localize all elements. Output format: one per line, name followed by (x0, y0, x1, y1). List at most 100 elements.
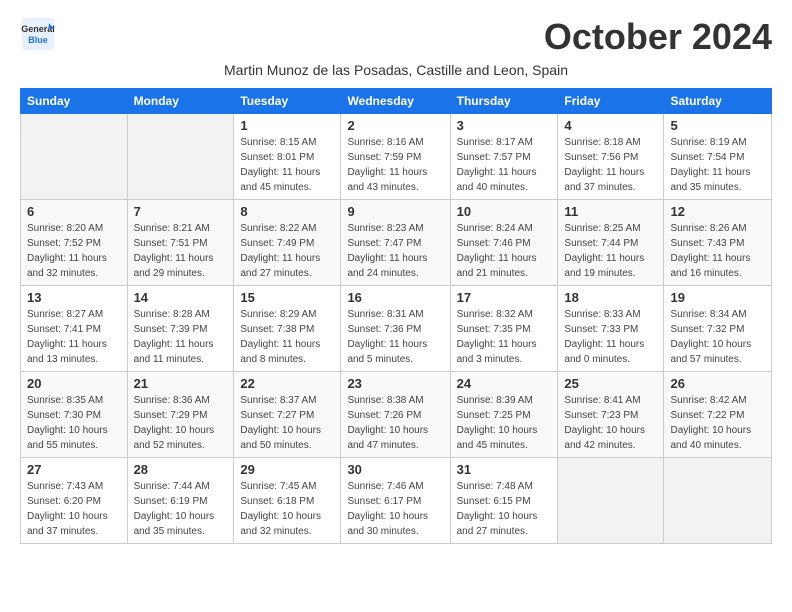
day-cell (664, 458, 772, 544)
day-cell: 14Sunrise: 8:28 AM Sunset: 7:39 PM Dayli… (127, 286, 234, 372)
page: General Blue October 2024 Martin Munoz d… (0, 0, 792, 560)
day-cell: 11 Sunrise: 8:25 AM Sunset: 7:44 PM Dayli… (558, 200, 664, 286)
col-monday: Monday (127, 89, 234, 114)
day-cell: 27Sunrise: 7:43 AM Sunset: 6:20 PM Dayli… (21, 458, 128, 544)
day-cell: 17Sunrise: 8:32 AM Sunset: 7:35 PM Dayli… (450, 286, 558, 372)
day-info: Sunrise: 8:25 AM Sunset: 7:44 PM Dayligh… (564, 221, 657, 281)
col-sunday: Sunday (21, 89, 128, 114)
day-cell: 6 Sunrise: 8:20 AM Sunset: 7:52 PM Daylig… (21, 200, 128, 286)
logo: General Blue (20, 16, 56, 52)
day-cell (558, 458, 664, 544)
day-info: Sunrise: 8:26 AM Sunset: 7:43 PM Dayligh… (670, 221, 765, 281)
logo-icon: General Blue (20, 16, 56, 52)
day-info: Sunrise: 8:20 AM Sunset: 7:52 PM Dayligh… (27, 221, 121, 281)
day-info: Sunrise: 7:48 AM Sunset: 6:15 PM Dayligh… (457, 479, 552, 539)
day-number: 26 (670, 376, 765, 391)
day-cell: 25 Sunrise: 8:41 AM Sunset: 7:23 PM Dayli… (558, 372, 664, 458)
day-info: Sunrise: 8:37 AM Sunset: 7:27 PM Dayligh… (240, 393, 334, 453)
day-number: 10 (457, 204, 552, 219)
day-cell (127, 114, 234, 200)
day-number: 29 (240, 462, 334, 477)
week-row-3: 13 Sunrise: 8:27 AM Sunset: 7:41 PM Dayli… (21, 286, 772, 372)
day-info: Sunrise: 8:22 AM Sunset: 7:49 PM Dayligh… (240, 221, 334, 281)
day-number: 22 (240, 376, 334, 391)
week-row-4: 20Sunrise: 8:35 AM Sunset: 7:30 PM Dayli… (21, 372, 772, 458)
day-info: Sunrise: 7:44 AM Sunset: 6:19 PM Dayligh… (134, 479, 228, 539)
day-info: Sunrise: 8:38 AM Sunset: 7:26 PM Dayligh… (347, 393, 443, 453)
day-number: 25 (564, 376, 657, 391)
day-info: Sunrise: 8:42 AM Sunset: 7:22 PM Dayligh… (670, 393, 765, 453)
day-number: 8 (240, 204, 334, 219)
day-number: 24 (457, 376, 552, 391)
day-info: Sunrise: 7:46 AM Sunset: 6:17 PM Dayligh… (347, 479, 443, 539)
day-number: 11 (564, 204, 657, 219)
day-info: Sunrise: 8:21 AM Sunset: 7:51 PM Dayligh… (134, 221, 228, 281)
day-number: 20 (27, 376, 121, 391)
day-info: Sunrise: 8:29 AM Sunset: 7:38 PM Dayligh… (240, 307, 334, 367)
day-cell: 18 Sunrise: 8:33 AM Sunset: 7:33 PM Dayli… (558, 286, 664, 372)
day-cell: 20Sunrise: 8:35 AM Sunset: 7:30 PM Dayli… (21, 372, 128, 458)
day-number: 18 (564, 290, 657, 305)
day-number: 31 (457, 462, 552, 477)
col-wednesday: Wednesday (341, 89, 450, 114)
day-number: 14 (134, 290, 228, 305)
col-saturday: Saturday (664, 89, 772, 114)
day-number: 12 (670, 204, 765, 219)
day-info: Sunrise: 8:36 AM Sunset: 7:29 PM Dayligh… (134, 393, 228, 453)
day-cell: 16 Sunrise: 8:31 AM Sunset: 7:36 PM Dayli… (341, 286, 450, 372)
day-cell: 26 Sunrise: 8:42 AM Sunset: 7:22 PM Dayli… (664, 372, 772, 458)
day-cell: 2 Sunrise: 8:16 AM Sunset: 7:59 PM Daylig… (341, 114, 450, 200)
calendar-table: Sunday Monday Tuesday Wednesday Thursday… (20, 88, 772, 544)
week-row-1: 1 Sunrise: 8:15 AM Sunset: 8:01 PM Daylig… (21, 114, 772, 200)
day-cell: 22 Sunrise: 8:37 AM Sunset: 7:27 PM Dayli… (234, 372, 341, 458)
day-cell: 15 Sunrise: 8:29 AM Sunset: 7:38 PM Dayli… (234, 286, 341, 372)
day-info: Sunrise: 8:15 AM Sunset: 8:01 PM Dayligh… (240, 135, 334, 195)
day-number: 28 (134, 462, 228, 477)
day-number: 23 (347, 376, 443, 391)
month-title: October 2024 (544, 16, 772, 58)
col-friday: Friday (558, 89, 664, 114)
day-cell: 12 Sunrise: 8:26 AM Sunset: 7:43 PM Dayli… (664, 200, 772, 286)
day-number: 1 (240, 118, 334, 133)
day-cell: 10 Sunrise: 8:24 AM Sunset: 7:46 PM Dayli… (450, 200, 558, 286)
day-cell: 28 Sunrise: 7:44 AM Sunset: 6:19 PM Dayli… (127, 458, 234, 544)
day-cell: 31 Sunrise: 7:48 AM Sunset: 6:15 PM Dayli… (450, 458, 558, 544)
day-info: Sunrise: 8:34 AM Sunset: 7:32 PM Dayligh… (670, 307, 765, 367)
day-info: Sunrise: 7:45 AM Sunset: 6:18 PM Dayligh… (240, 479, 334, 539)
header-row: Sunday Monday Tuesday Wednesday Thursday… (21, 89, 772, 114)
week-row-2: 6 Sunrise: 8:20 AM Sunset: 7:52 PM Daylig… (21, 200, 772, 286)
day-info: Sunrise: 8:27 AM Sunset: 7:41 PM Dayligh… (27, 307, 121, 367)
day-number: 3 (457, 118, 552, 133)
day-info: Sunrise: 8:23 AM Sunset: 7:47 PM Dayligh… (347, 221, 443, 281)
day-info: Sunrise: 8:33 AM Sunset: 7:33 PM Dayligh… (564, 307, 657, 367)
day-cell: 8 Sunrise: 8:22 AM Sunset: 7:49 PM Daylig… (234, 200, 341, 286)
day-number: 9 (347, 204, 443, 219)
day-info: Sunrise: 8:19 AM Sunset: 7:54 PM Dayligh… (670, 135, 765, 195)
day-number: 5 (670, 118, 765, 133)
day-info: Sunrise: 8:24 AM Sunset: 7:46 PM Dayligh… (457, 221, 552, 281)
day-number: 13 (27, 290, 121, 305)
day-cell: 5 Sunrise: 8:19 AM Sunset: 7:54 PM Daylig… (664, 114, 772, 200)
day-number: 7 (134, 204, 228, 219)
day-info: Sunrise: 8:31 AM Sunset: 7:36 PM Dayligh… (347, 307, 443, 367)
subtitle: Martin Munoz de las Posadas, Castille an… (20, 62, 772, 78)
day-cell: 30Sunrise: 7:46 AM Sunset: 6:17 PM Dayli… (341, 458, 450, 544)
day-cell: 7 Sunrise: 8:21 AM Sunset: 7:51 PM Daylig… (127, 200, 234, 286)
header: General Blue October 2024 (20, 16, 772, 58)
day-cell (21, 114, 128, 200)
day-info: Sunrise: 8:41 AM Sunset: 7:23 PM Dayligh… (564, 393, 657, 453)
day-number: 2 (347, 118, 443, 133)
day-info: Sunrise: 8:32 AM Sunset: 7:35 PM Dayligh… (457, 307, 552, 367)
week-row-5: 27Sunrise: 7:43 AM Sunset: 6:20 PM Dayli… (21, 458, 772, 544)
day-cell: 4Sunrise: 8:18 AM Sunset: 7:56 PM Daylig… (558, 114, 664, 200)
day-cell: 9 Sunrise: 8:23 AM Sunset: 7:47 PM Daylig… (341, 200, 450, 286)
day-info: Sunrise: 8:16 AM Sunset: 7:59 PM Dayligh… (347, 135, 443, 195)
day-cell: 3 Sunrise: 8:17 AM Sunset: 7:57 PM Daylig… (450, 114, 558, 200)
day-number: 15 (240, 290, 334, 305)
day-info: Sunrise: 8:17 AM Sunset: 7:57 PM Dayligh… (457, 135, 552, 195)
day-number: 16 (347, 290, 443, 305)
day-cell: 29 Sunrise: 7:45 AM Sunset: 6:18 PM Dayli… (234, 458, 341, 544)
day-number: 27 (27, 462, 121, 477)
day-number: 6 (27, 204, 121, 219)
day-cell: 1 Sunrise: 8:15 AM Sunset: 8:01 PM Daylig… (234, 114, 341, 200)
